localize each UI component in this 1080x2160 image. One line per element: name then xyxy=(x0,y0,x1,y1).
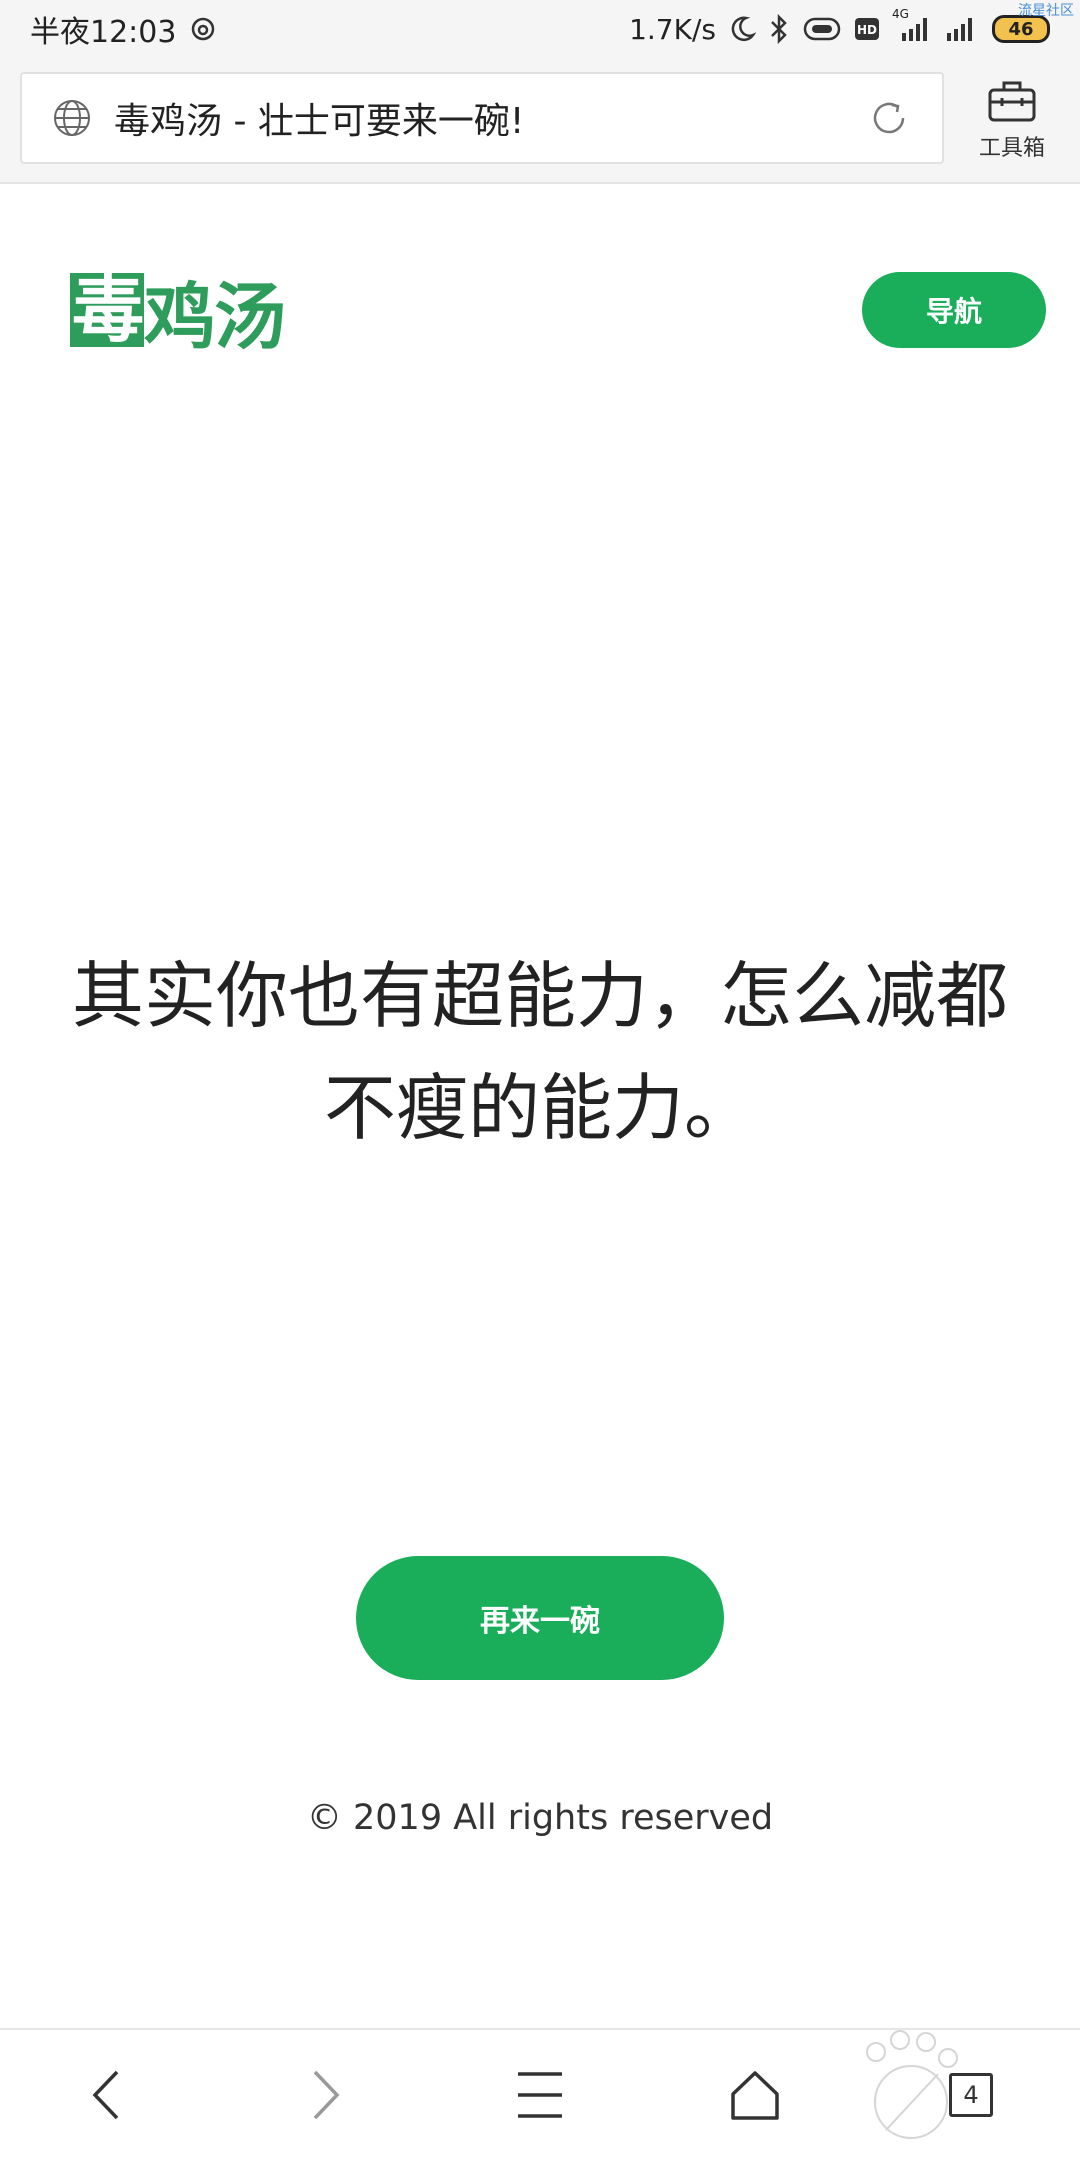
toolbox-icon xyxy=(987,78,1037,124)
page-title: 毒鸡汤 - 壮士可要来一碗! xyxy=(114,101,525,142)
signal-icon: 4G xyxy=(892,7,932,43)
forward-icon[interactable] xyxy=(290,2060,360,2130)
quote-text: 其实你也有超能力，怎么减都不瘦的能力。 xyxy=(71,954,1008,1150)
status-time: 半夜12:03 xyxy=(30,15,177,50)
status-right: 1.7K/s HD 4G 46 xyxy=(629,7,1050,46)
netease-music-icon xyxy=(190,16,216,42)
paw-watermark-icon xyxy=(866,2030,958,2139)
site-logo[interactable]: 毒 鸡汤 xyxy=(70,267,286,359)
moon-icon xyxy=(728,15,756,43)
bluetooth-icon xyxy=(768,14,790,44)
hd-icon: HD xyxy=(854,17,880,41)
svg-text:HD: HD xyxy=(857,23,877,37)
copyright-text: © 2019 All rights reserved xyxy=(306,1798,774,1838)
watermark-text: 流星社区 xyxy=(1018,3,1074,19)
vibrate-icon xyxy=(802,16,842,42)
network-speed: 1.7K/s xyxy=(629,12,716,46)
another-bowl-button[interactable]: 再来一碗 xyxy=(356,1556,724,1680)
globe-icon xyxy=(52,98,92,138)
toolbox-label: 工具箱 xyxy=(978,136,1045,161)
network-type: 4G xyxy=(892,7,909,21)
battery-level: 46 xyxy=(1008,18,1034,40)
nav-button[interactable]: 导航 xyxy=(862,272,1046,348)
logo-rest: 鸡汤 xyxy=(144,273,286,359)
home-icon[interactable] xyxy=(720,2060,790,2130)
status-bar: 半夜12:03 1.7K/s HD 4G 46 流星社区 xyxy=(0,0,1080,58)
logo-first-char: 毒 xyxy=(70,267,144,352)
status-left: 半夜12:03 xyxy=(30,7,216,51)
signal-icon-2 xyxy=(944,15,980,43)
address-bar[interactable]: 毒鸡汤 - 壮士可要来一碗! xyxy=(20,72,944,164)
back-icon[interactable] xyxy=(72,2060,142,2130)
browser-toolbar: 毒鸡汤 - 壮士可要来一碗! 工具箱 xyxy=(0,58,1080,184)
reload-icon[interactable] xyxy=(866,95,912,141)
toolbox-button[interactable]: 工具箱 xyxy=(960,70,1064,170)
menu-icon[interactable] xyxy=(505,2060,575,2130)
